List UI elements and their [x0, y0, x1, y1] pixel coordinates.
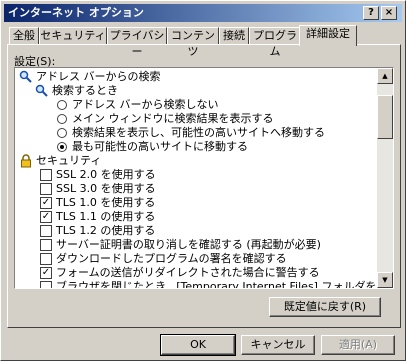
scroll-down-button[interactable]: ▼: [377, 272, 393, 288]
tab-label: 詳細設定: [306, 27, 350, 40]
cancel-label: キャンセル: [250, 338, 306, 351]
checkbox[interactable]: [40, 281, 52, 288]
vertical-scrollbar[interactable]: ▲ ▼: [377, 68, 393, 288]
option-label: 検索結果を表示し、可能性の高いサイトへ移動する: [72, 126, 325, 139]
magnifier-icon: [35, 84, 48, 97]
ok-button[interactable]: OK: [160, 334, 236, 356]
option-label: アドレス バーから検索しない: [72, 98, 219, 111]
arrow-down-icon: ▼: [382, 276, 388, 284]
internet-options-dialog: インターネット オプション ? × 全般 セキュリティ プライバシー コンテンツ…: [0, 0, 406, 361]
tab-privacy[interactable]: プライバシー: [107, 27, 167, 58]
apply-button[interactable]: 適用(A): [321, 335, 395, 355]
help-button[interactable]: ?: [363, 6, 379, 20]
radio-button-selected[interactable]: [57, 142, 67, 152]
tab-security[interactable]: セキュリティ: [39, 27, 107, 45]
checkbox[interactable]: [40, 239, 52, 251]
cancel-button[interactable]: キャンセル: [241, 335, 315, 355]
option-label: TLS 1.1 の使用する: [56, 210, 156, 223]
option-label: ブラウザを閉じたとき、[Temporary Internet Files] フォ…: [56, 280, 394, 289]
radio-button[interactable]: [57, 114, 67, 124]
checkbox-checked[interactable]: ✓: [40, 211, 52, 223]
tab-advanced[interactable]: 詳細設定: [299, 25, 357, 46]
checkbox-checked[interactable]: ✓: [40, 267, 52, 279]
option-label: 最も可能性の高いサイトに移動する: [72, 140, 248, 153]
magnifier-icon: [19, 70, 32, 83]
help-icon: ?: [368, 7, 374, 18]
tab-label: 全般: [13, 29, 35, 42]
scroll-up-button[interactable]: ▲: [377, 68, 393, 84]
tab-content[interactable]: コンテンツ: [167, 27, 219, 58]
padlock-icon: [21, 154, 31, 168]
option-label: ダウンロードしたプログラムの署名を確認する: [56, 252, 287, 265]
radio-button[interactable]: [57, 100, 67, 110]
close-button[interactable]: ×: [381, 6, 397, 20]
close-icon: ×: [384, 7, 394, 18]
option-label: TLS 1.0 を使用する: [56, 196, 156, 209]
option-label: サーバー証明書の取り消しを確認する (再起動が必要): [56, 238, 321, 251]
option-label: SSL 3.0 を使用する: [56, 182, 156, 195]
title-bar[interactable]: インターネット オプション ? ×: [4, 4, 402, 22]
checkbox[interactable]: [40, 183, 52, 195]
option-label: TLS 1.2 の使用する: [56, 224, 156, 237]
checkbox[interactable]: [40, 169, 52, 181]
tab-general[interactable]: 全般: [9, 27, 39, 45]
option-label: SSL 2.0 を使用する: [56, 168, 156, 181]
restore-defaults-button[interactable]: 既定値に戻す(R): [269, 297, 381, 317]
checkbox-checked[interactable]: ✓: [40, 197, 52, 209]
tab-connections[interactable]: 接続: [219, 27, 249, 45]
tab-programs[interactable]: プログラム: [249, 27, 301, 58]
settings-listbox[interactable]: アドレス バーからの検索 検索するとき アドレス バーから検索しない メイン ウ…: [14, 67, 394, 289]
window-title: インターネット オプション: [8, 6, 144, 19]
checkbox[interactable]: [40, 225, 52, 237]
tab-label: 接続: [223, 29, 245, 42]
option-label: フォームの送信がリダイレクトされた場合に警告する: [56, 266, 320, 279]
restore-defaults-label: 既定値に戻す(R): [283, 300, 367, 313]
subgroup-label: 検索するとき: [52, 84, 118, 97]
apply-label: 適用(A): [338, 338, 378, 351]
scroll-thumb[interactable]: [377, 95, 393, 139]
checkbox[interactable]: [40, 253, 52, 265]
arrow-up-icon: ▲: [382, 72, 388, 80]
ok-label: OK: [190, 338, 206, 351]
group-label: セキュリティ: [36, 154, 102, 167]
tab-strip: 全般 セキュリティ プライバシー コンテンツ 接続 プログラム 詳細設定: [7, 25, 401, 58]
option-label: メイン ウィンドウに検索結果を表示する: [72, 112, 274, 125]
radio-button[interactable]: [57, 128, 67, 138]
tab-label: セキュリティ: [40, 29, 106, 42]
group-label: アドレス バーからの検索: [36, 70, 161, 83]
